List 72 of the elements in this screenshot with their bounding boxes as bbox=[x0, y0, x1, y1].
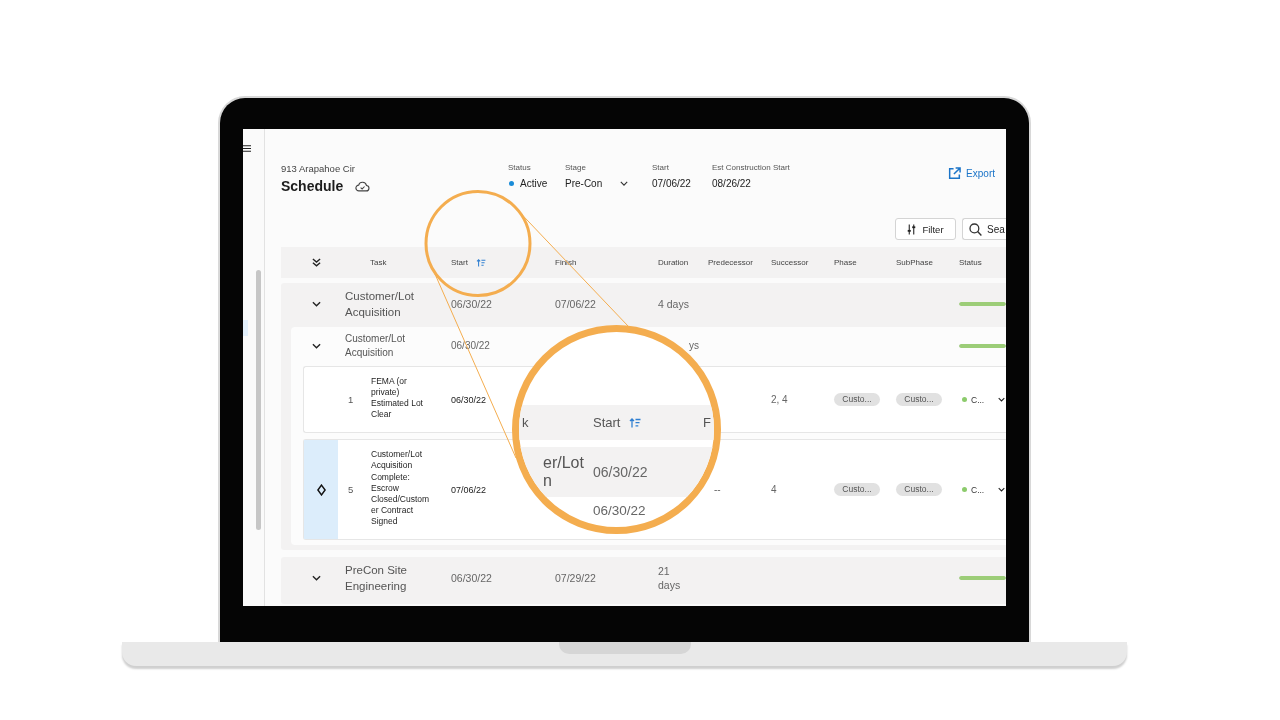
group-name: er/Lot bbox=[543, 454, 585, 472]
table-cell: 2, 4 bbox=[771, 394, 788, 406]
table-cell: 4 days bbox=[658, 297, 689, 311]
search-icon bbox=[969, 222, 982, 236]
stage-dropdown[interactable]: Pre-Con bbox=[565, 177, 629, 190]
search-button[interactable]: Sea bbox=[962, 218, 1006, 240]
phase-tag: Custo... bbox=[834, 483, 880, 497]
table-cell: 4 bbox=[771, 484, 777, 496]
row-number: 5 bbox=[348, 484, 355, 496]
table-cell-text: 21 days bbox=[658, 564, 682, 593]
table-cell: 06/30/22 bbox=[451, 297, 492, 311]
column-header[interactable]: Phase bbox=[834, 258, 857, 267]
task-name: Customer/Lot Acquisition Complete: Escrow Closed/Customer Contract Signed bbox=[371, 448, 431, 528]
group-name: PreCon Site Engineering bbox=[345, 563, 408, 595]
table-cell: ys bbox=[689, 339, 699, 352]
project-address: 913 Arapahoe Cir bbox=[281, 163, 356, 175]
column-header[interactable]: SubPhase bbox=[896, 258, 933, 267]
subgroup-name: Customer/Lot Acquisition bbox=[345, 331, 407, 360]
task-state-dropdown[interactable]: C... bbox=[959, 367, 1006, 433]
subphase-tag: Custo... bbox=[896, 483, 942, 497]
field-label: Status bbox=[508, 163, 532, 173]
status-dot-icon bbox=[962, 487, 967, 493]
chevron-icon[interactable] bbox=[312, 575, 321, 582]
row-number: 1 bbox=[348, 394, 355, 406]
external-link-icon bbox=[948, 167, 962, 180]
filter-button[interactable]: Filter bbox=[895, 218, 956, 240]
table-cell: 07/06/22 bbox=[555, 297, 596, 311]
chevron-down-icon bbox=[998, 487, 1005, 493]
table-cell: 06/30/22 bbox=[593, 464, 648, 480]
column-header[interactable]: Task bbox=[370, 258, 387, 267]
export-link[interactable]: Export bbox=[948, 167, 995, 180]
group-name: n bbox=[543, 472, 553, 490]
group-name: Customer/Lot Acquisition bbox=[345, 289, 416, 320]
status-value: Active bbox=[520, 177, 548, 190]
column-header[interactable]: Duration bbox=[658, 258, 689, 267]
column-header: Start bbox=[593, 415, 642, 430]
menu-icon[interactable] bbox=[243, 145, 251, 152]
chevron-icon[interactable] bbox=[312, 342, 321, 349]
chevron-down-icon bbox=[620, 181, 629, 186]
field-label: Est Construction Start bbox=[712, 163, 790, 173]
field-value: 08/26/22 bbox=[712, 177, 752, 190]
cloud-icon bbox=[355, 180, 371, 192]
double-chevron-icon[interactable] bbox=[312, 258, 321, 267]
table-cell: 06/30/22 bbox=[451, 394, 487, 405]
diamond-icon bbox=[316, 483, 326, 496]
task-name: FEMA (or private) Estimated Lot Clear bbox=[371, 375, 424, 422]
field-label: Stage bbox=[565, 163, 587, 173]
column-header[interactable]: Status bbox=[959, 258, 982, 267]
sort-icon bbox=[629, 417, 642, 428]
scrollbar-thumb[interactable] bbox=[256, 270, 261, 530]
table-cell: 07/06/22 bbox=[451, 484, 487, 495]
table-cell: 06/30/22 bbox=[593, 502, 646, 518]
column-header[interactable]: Start bbox=[451, 258, 486, 267]
sliders-icon bbox=[907, 223, 917, 235]
sort-icon bbox=[475, 258, 486, 267]
table-cell: -- bbox=[714, 484, 721, 496]
column-header[interactable]: Predecessor bbox=[708, 258, 753, 267]
chevron-down-icon bbox=[998, 397, 1005, 403]
table-cell: 07/29/22 bbox=[555, 571, 596, 586]
subphase-tag: Custo... bbox=[896, 393, 942, 407]
column-header: k bbox=[522, 415, 529, 430]
field-label: Start bbox=[652, 163, 670, 173]
column-header[interactable]: Successor bbox=[771, 258, 809, 267]
page-title: Schedule bbox=[281, 178, 344, 194]
field-value: 07/06/22 bbox=[652, 177, 692, 190]
column-header: F bbox=[703, 415, 711, 430]
status-dot-icon bbox=[962, 397, 967, 403]
chevron-icon[interactable] bbox=[312, 301, 321, 307]
table-cell: 06/30/22 bbox=[451, 571, 492, 586]
phase-tag: Custo... bbox=[834, 393, 880, 407]
status-dot-icon bbox=[509, 181, 514, 186]
task-state-dropdown[interactable]: C... bbox=[959, 440, 1006, 540]
